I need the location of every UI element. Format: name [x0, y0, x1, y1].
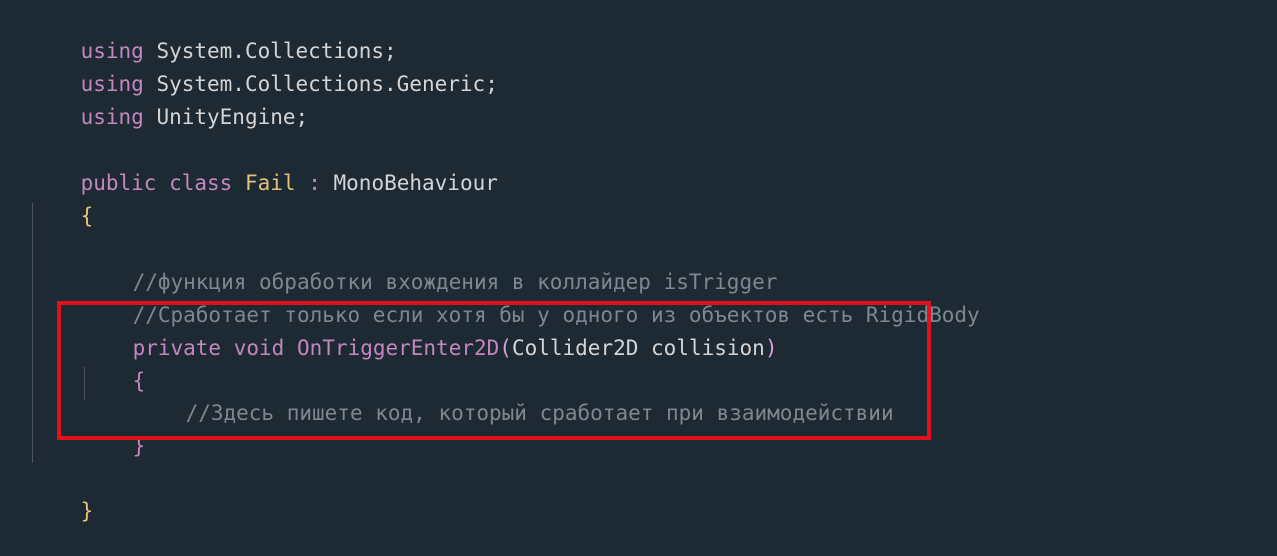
highlight-annotation-box [57, 301, 931, 440]
code-line-class-declaration: public class Fail : MonoBehaviour [30, 138, 498, 195]
code-line-using-collections: using System.Collections; [30, 6, 397, 63]
class-name: Fail [244, 171, 296, 195]
code-editor[interactable]: using System.Collections; using System.C… [0, 0, 1277, 547]
indent-guide-class [32, 203, 33, 463]
class-close-brace: } [80, 499, 94, 523]
code-line-using-collections-generic: using System.Collections.Generic; [30, 39, 498, 96]
semicolon: ; [485, 72, 498, 96]
code-line-using-unityengine: using UnityEngine; [30, 72, 309, 129]
base-class-name: MonoBehaviour [333, 171, 498, 195]
clipped-previous-line [30, 0, 590, 4]
colon: : [308, 171, 321, 195]
code-line-comment-1: //функция обработки вхождения в коллайде… [82, 237, 778, 294]
keyword-using: using [80, 105, 144, 129]
code-line-class-open-brace: { [30, 171, 94, 228]
semicolon: ; [295, 105, 309, 129]
code-line-class-close-brace: } [30, 466, 94, 523]
class-open-brace: { [80, 204, 94, 228]
namespace-name: UnityEngine [156, 105, 296, 129]
code-line-comment-2: //Сработает только если хотя бы у одного… [82, 270, 980, 327]
keyword-class: class [169, 171, 233, 195]
